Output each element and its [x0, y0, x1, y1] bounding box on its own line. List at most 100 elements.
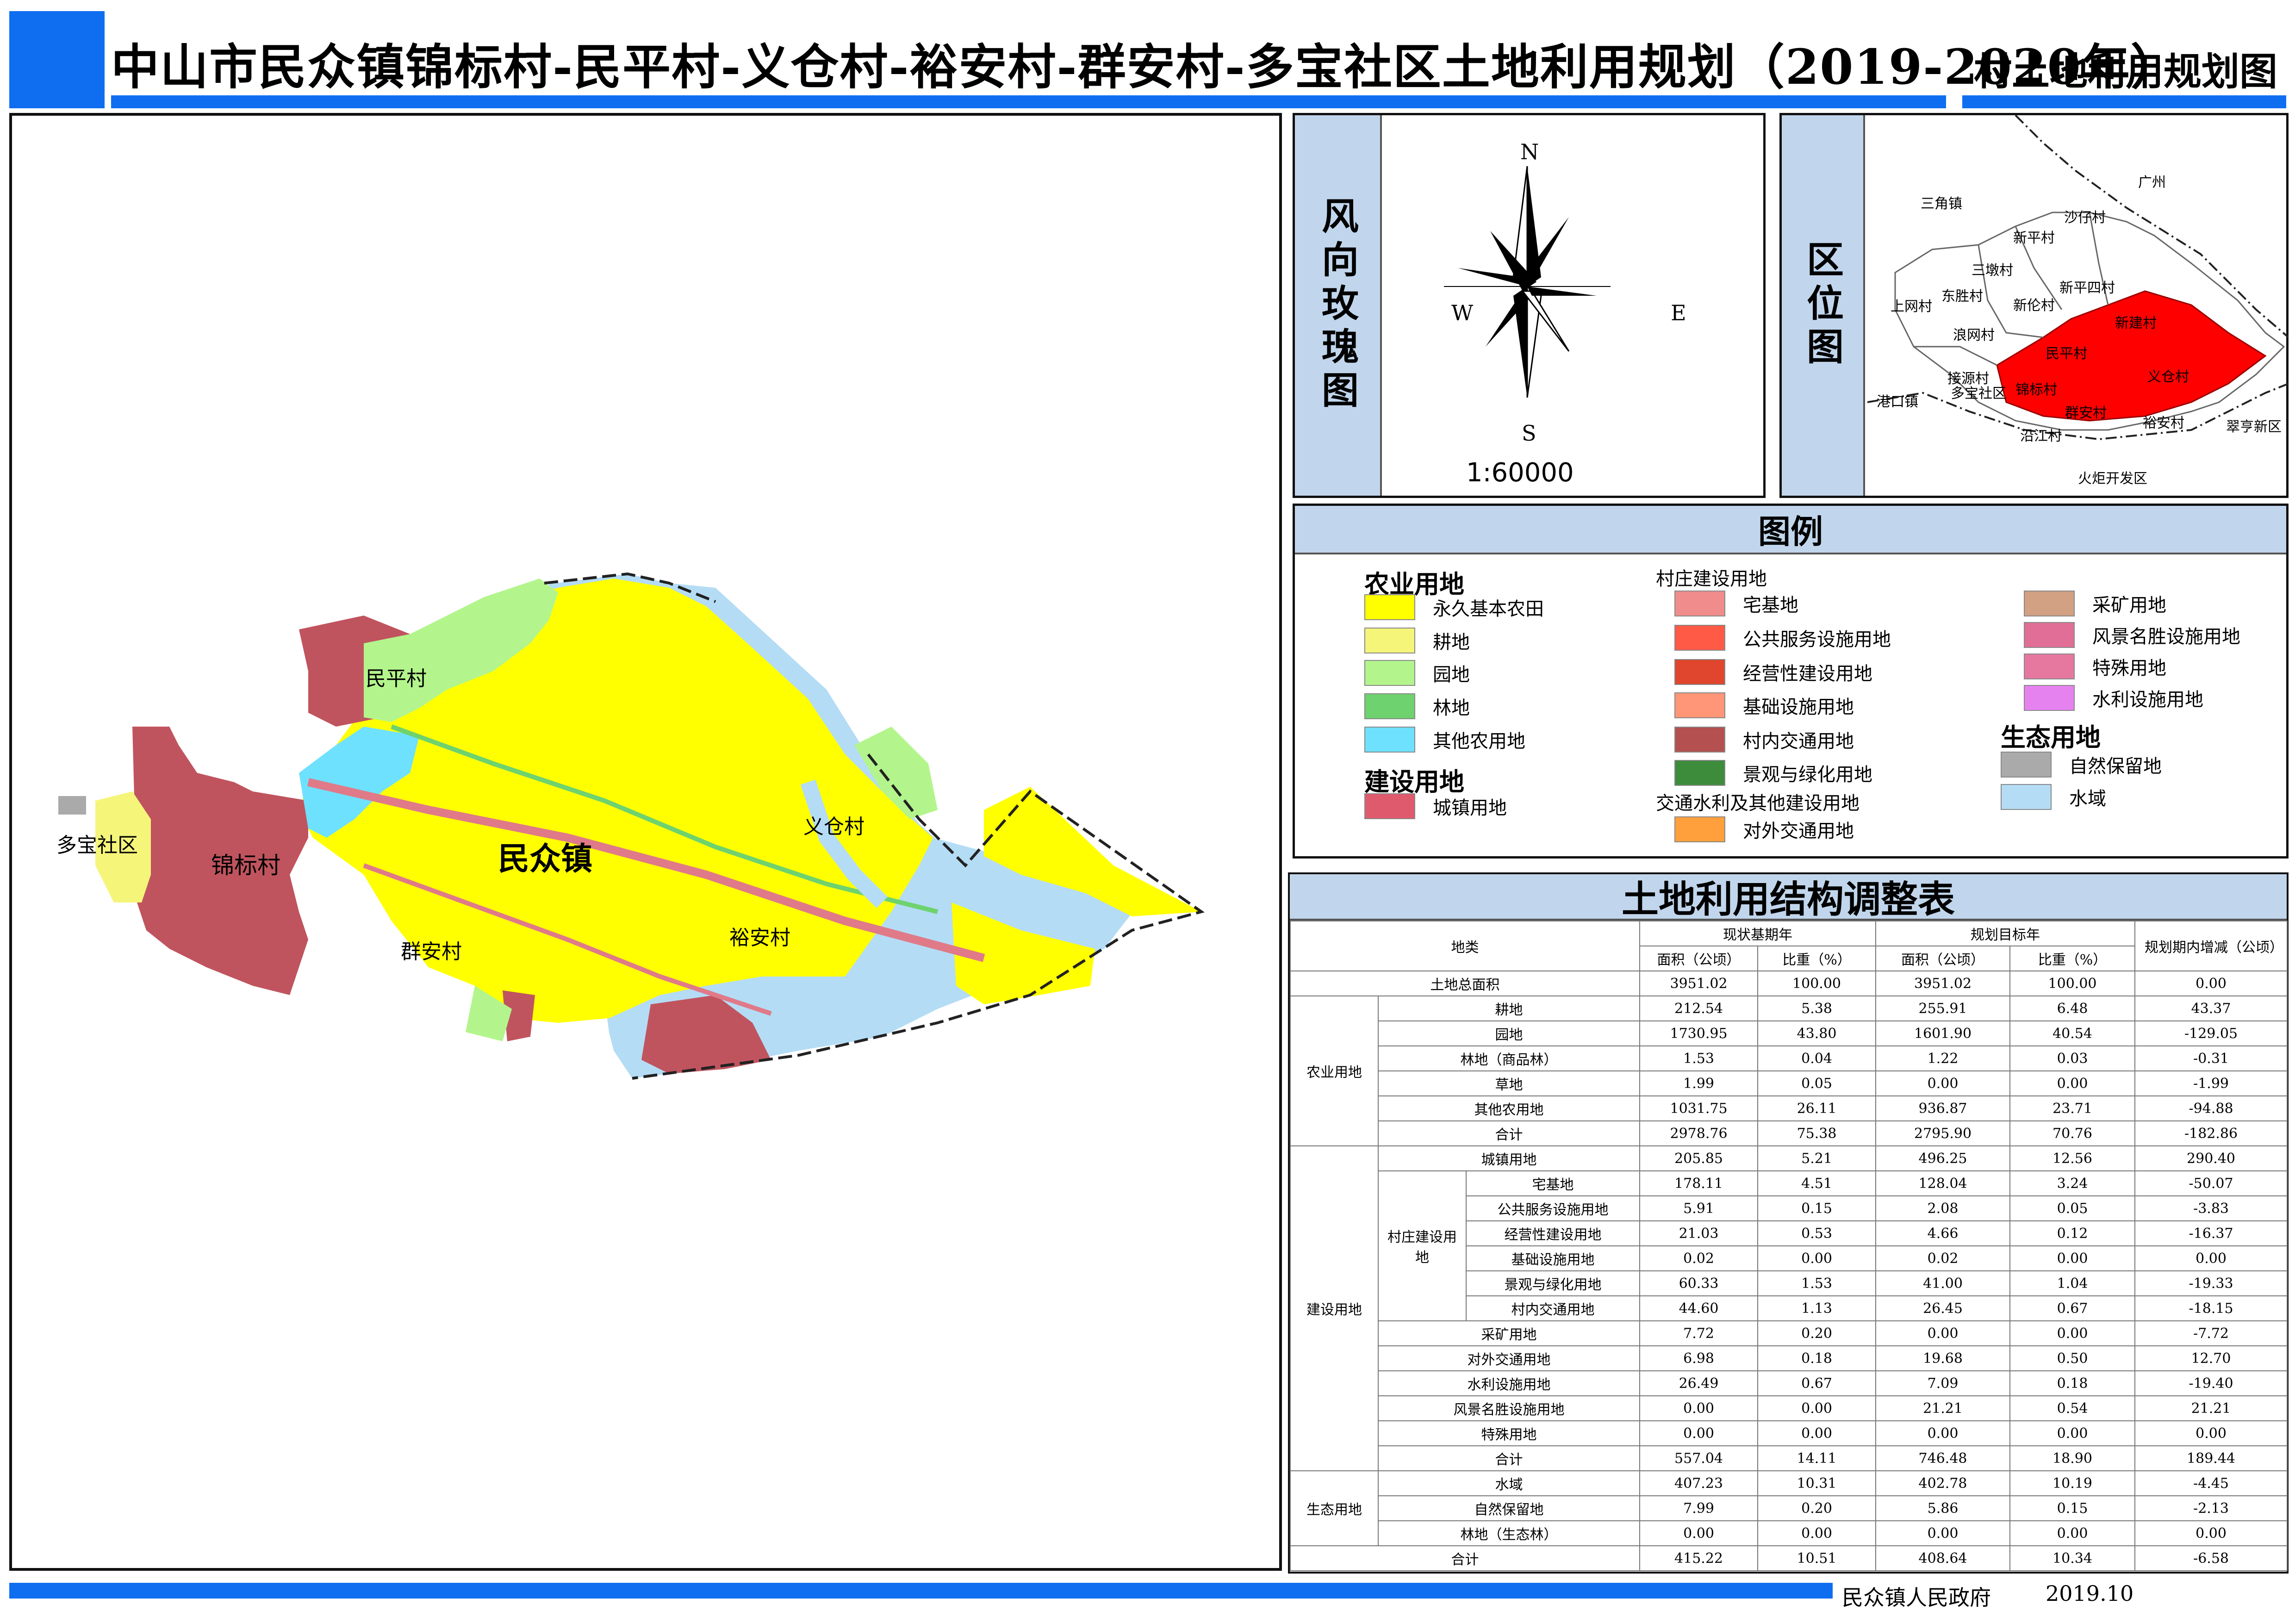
land-use-map[interactable]: [12, 116, 1279, 1568]
table-row: 采矿用地 7.72 0.20 0.00 0.00 -7.72: [1290, 1320, 2288, 1346]
table-cell: 18.90: [2009, 1445, 2136, 1471]
row-label: 林地（生态林）: [1377, 1520, 1641, 1546]
legend-item-basic-farm: 永久基本农田: [1364, 594, 1544, 621]
table-cell: 4.51: [1757, 1170, 1877, 1196]
table-cell: 415.22: [1639, 1545, 1759, 1571]
table-cell: 212.54: [1639, 996, 1759, 1021]
compass-west: W: [1451, 300, 1474, 325]
table-cell: -19.33: [2134, 1270, 2288, 1296]
header-category: 地类: [1289, 921, 1641, 971]
table-cell: 290.40: [2134, 1145, 2288, 1171]
table-row: 对外交通用地 6.98 0.18 19.68 0.50 12.70: [1290, 1345, 2288, 1371]
loc-yicang: 义仓村: [2147, 369, 2189, 385]
table-cell: 43.80: [1757, 1020, 1877, 1046]
table-cell: 21.21: [2134, 1395, 2288, 1421]
row-label: 景观与绿化用地: [1465, 1270, 1641, 1296]
legend-item-village-road: 村内交通用地: [1674, 726, 1854, 753]
table-cell: 1.22: [1875, 1045, 2011, 1071]
map-label-duobao: 多宝社区: [56, 834, 138, 857]
table-cell: 255.91: [1875, 996, 2011, 1021]
table-cell: 0.00: [2009, 1520, 2136, 1546]
loc-dongsheng: 东胜村: [1941, 288, 1983, 305]
table-cell: 10.19: [2009, 1470, 2136, 1496]
table-cell: 0.00: [2134, 1520, 2288, 1546]
loc-huoju: 火炬开发区: [2078, 471, 2147, 487]
table-cell: 21.21: [1875, 1395, 2011, 1421]
title-accent-block: [9, 11, 105, 108]
table-cell: 26.11: [1757, 1095, 1877, 1121]
table-cell: 746.48: [1875, 1445, 2011, 1471]
table-row: 园地 1730.95 43.80 1601.90 40.54 -129.05: [1290, 1020, 2288, 1046]
map-label-minzhong: 民众镇: [498, 840, 593, 877]
table-cell: 205.85: [1639, 1145, 1759, 1171]
compass-panel-label: 风向玫瑰图: [1295, 115, 1382, 496]
legend-title: 图例: [1295, 506, 2286, 554]
table-cell: 40.54: [2009, 1020, 2136, 1046]
map-label-minping: 民平村: [366, 667, 427, 691]
table-cell: -2.13: [2134, 1495, 2288, 1521]
compass-east: E: [1671, 300, 1686, 325]
table-cell: 7.99: [1639, 1495, 1759, 1521]
table-cell: 19.68: [1875, 1345, 2011, 1371]
nature-reserve: [58, 796, 86, 815]
map-label-yuan: 裕安村: [729, 926, 790, 950]
table-row: 农业用地 耕地 212.54 5.38 255.91 6.48 43.37: [1290, 996, 2288, 1146]
table-cell: 0.00: [2009, 1070, 2136, 1096]
land-use-table: 地类 现状基期年 规划目标年 规划期内增减（公顷） 面积（公顷） 比重（%） 面…: [1289, 921, 2288, 1571]
table-cell: -129.05: [2134, 1020, 2288, 1046]
table-cell: 0.18: [2009, 1370, 2136, 1396]
table-row: 建设用地 城镇用地 205.85 5.21 496.25 12.56 290.40: [1290, 1145, 2288, 1471]
map-scale: 1:60000: [1466, 458, 1574, 488]
table-cell: 0.00: [1875, 1070, 2011, 1096]
legend-group-eco: 生态用地: [2001, 723, 2101, 752]
row-label: 林地（商品林）: [1377, 1045, 1641, 1071]
loc-xinping: 新平村: [2013, 230, 2055, 246]
table-cell: 0.00: [1875, 1420, 2011, 1446]
compass-south: S: [1522, 421, 1536, 446]
table-cell: 23.71: [2009, 1095, 2136, 1121]
table-cell: 0.67: [1757, 1370, 1877, 1396]
table-cell: -16.37: [2134, 1220, 2288, 1246]
loc-shangwang: 上网村: [1891, 299, 1932, 315]
loc-duobao: 多宝社区: [1951, 386, 2006, 402]
table-cell: 0.00: [2134, 1245, 2288, 1271]
table-row: 林地（商品林） 1.53 0.04 1.22 0.03 -0.31: [1290, 1045, 2288, 1071]
legend-group-village: 村庄建设用地: [1656, 568, 1767, 590]
table-row: 水利设施用地 26.49 0.67 7.09 0.18 -19.40: [1290, 1370, 2288, 1396]
table-cell: -7.72: [2134, 1320, 2288, 1346]
group-village: 村庄建设用地: [1378, 1170, 1467, 1321]
table-cell: -182.86: [2134, 1120, 2288, 1146]
row-label: 特殊用地: [1377, 1420, 1641, 1446]
table-cell: 12.70: [2134, 1345, 2288, 1371]
group-construction: 建设用地: [1290, 1145, 1379, 1471]
table-cell: 26.49: [1639, 1370, 1759, 1396]
table-cell: 0.00: [1639, 1420, 1759, 1446]
location-panel[interactable]: 区位图 广州 三角镇 沙仔村 新平村 三墩村 新平四村 东胜村 上网村 新伦村 …: [1779, 113, 2289, 498]
table-cell: 7.09: [1875, 1370, 2011, 1396]
header-ratio-current: 比重（%）: [1757, 946, 1877, 971]
map-type-title: 村土地利用规划图: [1974, 50, 2278, 94]
table-cell: 0.03: [2009, 1045, 2136, 1071]
table-cell: -19.40: [2134, 1370, 2288, 1396]
row-label: 宅基地: [1465, 1170, 1641, 1196]
table-cell: 3.24: [2009, 1170, 2136, 1196]
table-cell: 0.50: [2009, 1345, 2136, 1371]
loc-gangkou: 港口镇: [1877, 394, 1918, 410]
main-map-panel[interactable]: 民平村 多宝社区 锦标村 民众镇 义仓村 群安村 裕安村: [9, 113, 1282, 1571]
table-row: 特殊用地 0.00 0.00 0.00 0.00 0.00: [1290, 1420, 2288, 1446]
row-label: 对外交通用地: [1377, 1345, 1641, 1371]
group-eco: 生态用地: [1290, 1470, 1379, 1546]
table-cell: 44.60: [1639, 1295, 1759, 1321]
table-cell: 2795.90: [1875, 1120, 2011, 1146]
table-cell: 407.23: [1639, 1470, 1759, 1496]
table-cell: 3951.02: [1639, 971, 1759, 996]
legend-item-mining: 采矿用地: [2024, 590, 2166, 617]
table-cell: 0.00: [1757, 1420, 1877, 1446]
legend-item-special: 特殊用地: [2024, 653, 2166, 680]
table-cell: 0.00: [1757, 1245, 1877, 1271]
table-row: 生态用地 水域 407.23 10.31 402.78 10.19 -4.45: [1290, 1470, 2288, 1546]
table-cell: 936.87: [1875, 1095, 2011, 1121]
table-cell: 189.44: [2134, 1445, 2288, 1471]
table-cell: 5.38: [1757, 996, 1877, 1021]
legend-item-water: 水域: [2001, 784, 2106, 810]
